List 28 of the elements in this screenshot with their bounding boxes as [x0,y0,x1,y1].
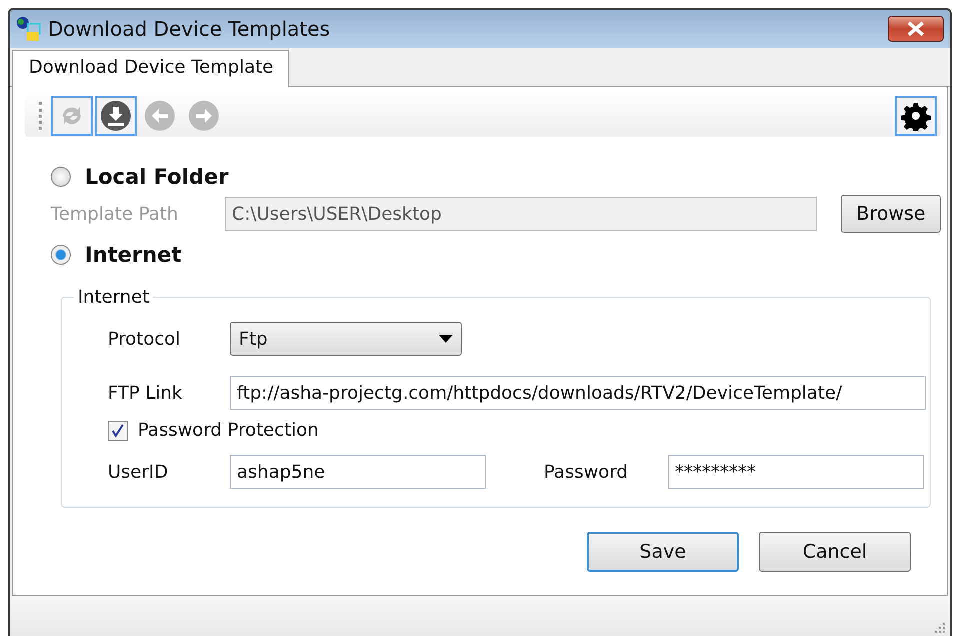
window-title: Download Device Templates [48,17,332,41]
toolbar-button[interactable] [95,96,137,136]
radio-button[interactable]: Local Folder [51,159,229,195]
dropdown-caret-icon [439,335,453,343]
password-field[interactable]: ********* [668,455,924,489]
app-icon [16,16,42,42]
field-label: Protocol [108,328,182,350]
protocol-dropdown[interactable]: Ftp [230,322,462,356]
download-icon [100,100,132,132]
settings-icon [901,101,931,131]
field-label: Template Path [51,204,180,224]
field-label: Password [544,462,630,482]
toolbar-grip [39,102,45,130]
cancel-button[interactable]: Cancel [759,532,911,572]
settings-button[interactable] [895,96,937,136]
link-field[interactable]: ftp://asha-projectg.com/httpdocs/downloads/RTV2/DeviceTemplate/ [230,376,926,410]
field-label: UserID [108,462,170,482]
save-button[interactable]: Save [587,532,739,572]
resize-grip-icon [932,620,946,634]
user-id-field[interactable]: ashap5ne [230,455,486,489]
checkbox[interactable] [108,420,128,440]
checkbox-label: Password Protection [138,420,319,441]
field-label: FTP Link [108,382,184,404]
close-button[interactable] [888,16,944,42]
radio-button[interactable]: Internet [51,237,182,273]
close-icon [905,22,927,36]
group-title: Internet [77,287,150,308]
tab[interactable]: Download Device Template [12,50,289,87]
